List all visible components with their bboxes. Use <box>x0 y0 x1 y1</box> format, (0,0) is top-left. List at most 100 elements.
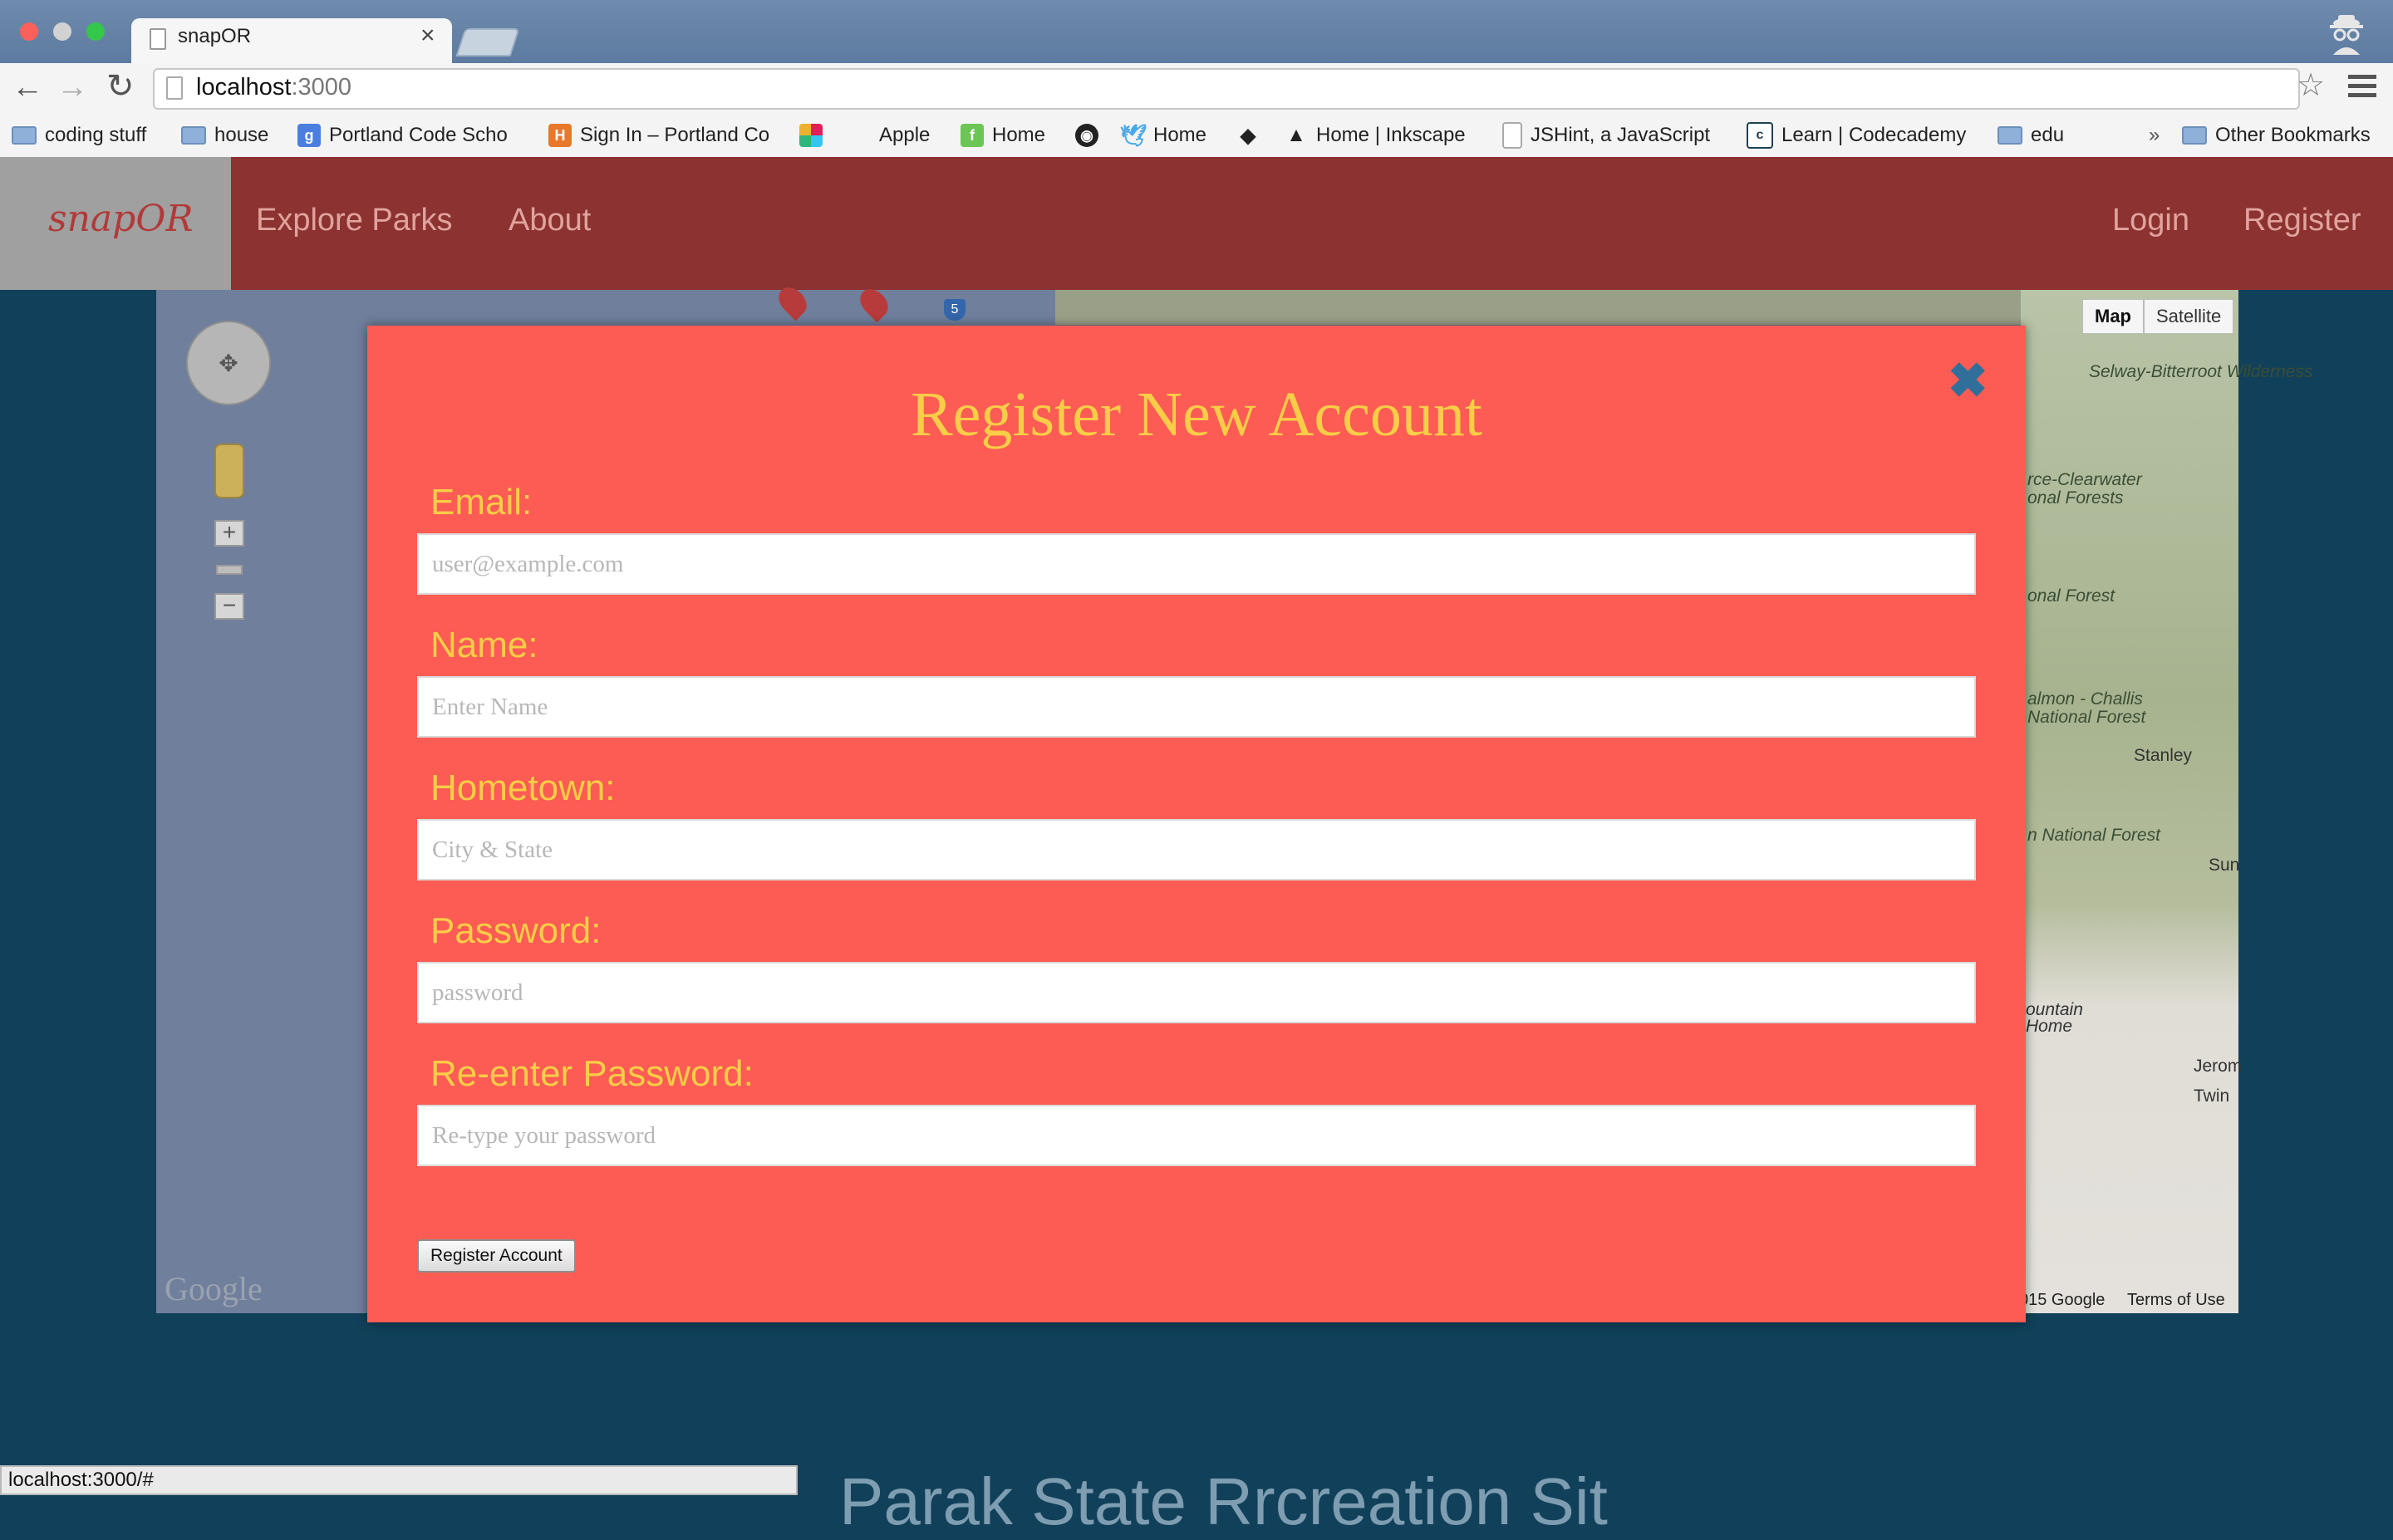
bookmark-codecademy[interactable]: c Learn | Codecademy <box>1747 121 1966 150</box>
bookmark-slack[interactable] <box>799 121 823 150</box>
name-field[interactable] <box>417 676 1976 738</box>
google-logo[interactable]: Google <box>165 1269 263 1308</box>
reload-icon[interactable]: ↻ <box>106 70 135 103</box>
tab-title: snapOR <box>178 25 252 47</box>
email-field[interactable] <box>417 533 1976 595</box>
nav-explore-parks[interactable]: Explore Parks <box>256 203 453 238</box>
gem-icon: ◆ <box>1240 124 1256 147</box>
address-url[interactable]: localhost:3000 <box>196 74 351 101</box>
bookmark-label: Sign In – Portland Co <box>580 124 770 146</box>
map-terrain <box>1055 290 2021 325</box>
map-town-label: Twin <box>2194 1086 2230 1106</box>
page-icon <box>166 76 183 100</box>
github-icon: ◉ <box>1075 124 1098 147</box>
map-terms-link[interactable]: Terms of Use <box>2127 1291 2225 1310</box>
bookmark-gem[interactable]: ◆ <box>1236 121 1260 150</box>
map-label: rce-Clearwater <box>2027 470 2142 489</box>
map-label: almon - Challis <box>2027 689 2143 709</box>
reenter-password-label: Re-enter Password: <box>430 1053 754 1094</box>
bookmark-inkscape[interactable]: ▲ Home | Inkscape <box>1285 121 1466 150</box>
modal-title: Register New Account <box>910 380 1483 449</box>
new-tab-button[interactable] <box>455 28 520 56</box>
map-label: Selway-Bitterroot Wilderness <box>2089 362 2313 381</box>
slack-icon <box>799 124 823 147</box>
hometown-label: Hometown: <box>430 768 616 808</box>
section-heading: Parak State Rrcreation Sit <box>839 1464 1608 1538</box>
apple-icon <box>848 124 871 147</box>
tab-close-icon[interactable]: × <box>420 23 435 48</box>
map-town-label: Sun <box>2209 856 2240 875</box>
bookmark-coding-stuff[interactable]: coding stuff <box>12 121 146 150</box>
google-sites-icon: g <box>297 124 321 147</box>
bookmark-sign-in-portland[interactable]: H Sign In – Portland Co <box>548 121 778 150</box>
password-label: Password: <box>430 910 602 951</box>
map-type-control: Map Satellite <box>2082 299 2234 334</box>
site-logo[interactable]: snapOR <box>48 198 194 240</box>
feedly-icon: f <box>961 124 984 147</box>
browser-status-bar: localhost:3000/# <box>0 1465 798 1495</box>
password-field[interactable] <box>417 962 1976 1023</box>
bookmark-label: Home | Inkscape <box>1316 124 1466 146</box>
folder-icon <box>1997 126 2022 145</box>
map-label: n National Forest <box>2027 826 2160 845</box>
bookmark-feedly-home[interactable]: f Home <box>961 121 1045 150</box>
folder-icon <box>2182 126 2207 145</box>
reenter-password-field[interactable] <box>417 1105 1976 1166</box>
map-town-label: Jerom <box>2194 1057 2243 1076</box>
register-account-button[interactable]: Register Account <box>417 1239 576 1273</box>
map-pan-control-icon[interactable]: ✥ <box>186 321 271 405</box>
map-label: onal Forest <box>2027 586 2115 606</box>
codecademy-icon: c <box>1747 122 1773 149</box>
bookmark-label: Apple <box>879 124 931 146</box>
bookmark-twitter-home[interactable]: 🕊 Home <box>1119 121 1207 150</box>
menu-hamburger-icon[interactable] <box>2348 75 2376 102</box>
zoom-in-icon[interactable]: + <box>214 520 244 547</box>
page-icon <box>1502 122 1522 149</box>
zoom-slider[interactable] <box>216 565 243 575</box>
forward-arrow-icon[interactable]: → <box>57 71 88 103</box>
incognito-icon <box>2330 15 2363 55</box>
address-bar[interactable] <box>153 68 2300 110</box>
window-close-icon[interactable] <box>20 22 38 41</box>
map-label: onal Forests <box>2027 488 2124 508</box>
zoom-out-icon[interactable]: − <box>214 593 244 620</box>
nav-login[interactable]: Login <box>2112 203 2189 238</box>
h-icon: H <box>548 124 572 147</box>
bookmark-house[interactable]: house <box>181 121 268 150</box>
twitter-icon: 🕊 <box>1119 122 1147 148</box>
bookmark-star-icon[interactable]: ☆ <box>2297 70 2325 101</box>
folder-icon <box>12 126 37 145</box>
email-label: Email: <box>430 482 533 522</box>
interstate-shield-icon: 5 <box>944 299 966 321</box>
map-label: Home <box>2026 1017 2073 1036</box>
bookmark-label: edu <box>2031 124 2065 146</box>
bookmark-portland-code-school[interactable]: g Portland Code Scho <box>297 121 522 150</box>
bookmark-label: JSHint, a JavaScript <box>1531 124 1711 146</box>
bookmark-label: Other Bookmarks <box>2215 124 2371 146</box>
bookmark-label: Learn | Codecademy <box>1781 124 1967 146</box>
bookmark-jshint[interactable]: JSHint, a JavaScript <box>1502 121 1720 150</box>
map-type-map-button[interactable]: Map <box>2082 299 2144 334</box>
bookmark-edu[interactable]: edu <box>1997 121 2064 150</box>
folder-icon <box>181 126 206 145</box>
bookmark-label: Home <box>1153 124 1207 146</box>
street-view-pegman-icon[interactable] <box>214 444 244 498</box>
hometown-field[interactable] <box>417 819 1976 880</box>
bookmarks-overflow-chevron[interactable]: » <box>2149 121 2160 150</box>
bookmark-apple[interactable]: Apple <box>848 121 930 150</box>
map-type-satellite-button[interactable]: Satellite <box>2144 299 2234 334</box>
name-label: Name: <box>430 625 538 665</box>
other-bookmarks[interactable]: Other Bookmarks <box>2182 121 2371 150</box>
nav-register[interactable]: Register <box>2243 203 2361 238</box>
nav-about[interactable]: About <box>509 203 591 238</box>
map-terrain <box>2021 290 2238 1313</box>
bookmark-label: house <box>214 124 269 146</box>
bookmark-label: Portland Code Scho <box>329 124 508 146</box>
back-arrow-icon[interactable]: ← <box>12 71 43 103</box>
map-town-label: Stanley <box>2134 746 2193 765</box>
window-minimize-icon[interactable] <box>53 22 71 41</box>
bookmark-label: coding stuff <box>45 124 147 146</box>
bookmark-github[interactable]: ◉ <box>1075 121 1098 150</box>
window-zoom-icon[interactable] <box>86 22 105 41</box>
tab-page-icon <box>150 28 166 50</box>
